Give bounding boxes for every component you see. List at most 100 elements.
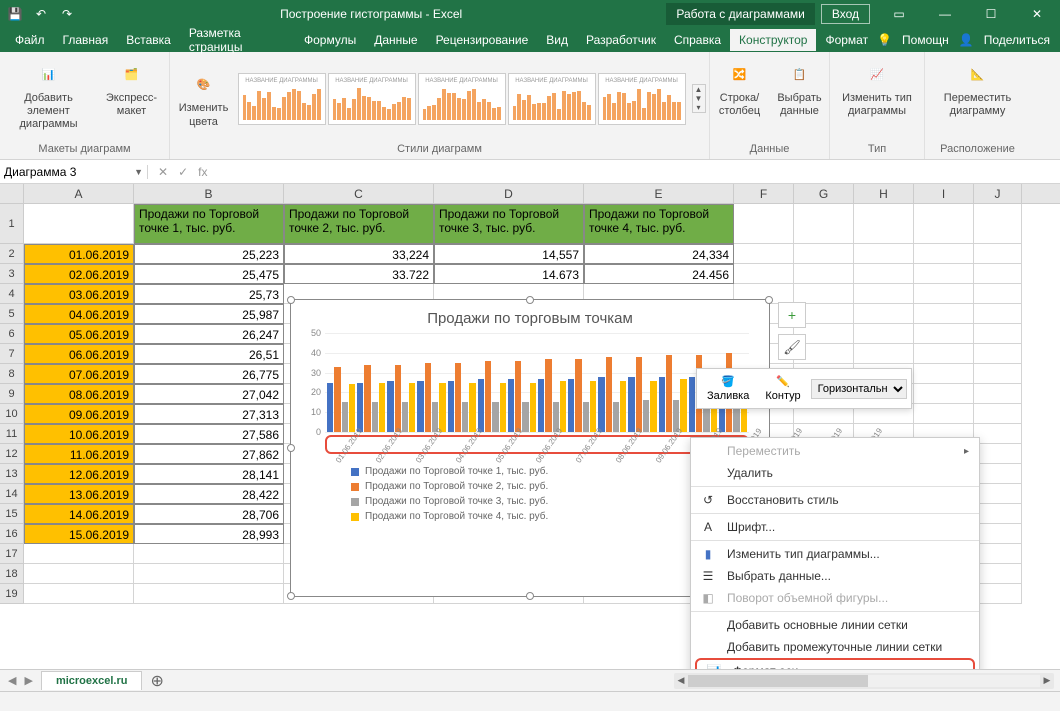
tab-Главная[interactable]: Главная	[54, 29, 118, 51]
cell[interactable]: 25,987	[134, 304, 284, 324]
name-box-input[interactable]	[4, 165, 134, 179]
minimize-icon[interactable]: —	[922, 0, 968, 28]
row-header[interactable]: 16	[0, 524, 24, 544]
sheet-tab-active[interactable]: microexcel.ru	[41, 671, 143, 690]
col-header-D[interactable]: D	[434, 184, 584, 203]
cell[interactable]: 27,042	[134, 384, 284, 404]
change-chart-type-button[interactable]: 📈 Изменить тип диаграммы	[835, 56, 920, 120]
ribbon-options-icon[interactable]: ▭	[876, 0, 922, 28]
row-header[interactable]: 13	[0, 464, 24, 484]
header-cell[interactable]: Продажи по Торговой точке 1, тыс. руб.	[134, 204, 284, 244]
cell[interactable]: 13.06.2019	[24, 484, 134, 504]
cell[interactable]: 14.673	[434, 264, 584, 284]
redo-icon[interactable]: ↷	[58, 5, 76, 23]
cell[interactable]: 28,993	[134, 524, 284, 544]
cell[interactable]: 14,557	[434, 244, 584, 264]
name-box[interactable]: ▼	[0, 165, 148, 179]
col-header-G[interactable]: G	[794, 184, 854, 203]
cell[interactable]: 06.06.2019	[24, 344, 134, 364]
tab-Формулы[interactable]: Формулы	[295, 29, 365, 51]
maximize-icon[interactable]: ☐	[968, 0, 1014, 28]
row-header[interactable]: 11	[0, 424, 24, 444]
cell[interactable]: 26,247	[134, 324, 284, 344]
tab-Данные[interactable]: Данные	[365, 29, 426, 51]
row-header[interactable]: 7	[0, 344, 24, 364]
menu-select-data[interactable]: ☰Выбрать данные...	[691, 565, 979, 587]
chart-styles-button[interactable]: 🖌	[778, 334, 806, 360]
row-header[interactable]: 17	[0, 544, 24, 564]
row-header[interactable]: 12	[0, 444, 24, 464]
menu-move[interactable]: Переместить▸	[691, 440, 979, 462]
col-header-J[interactable]: J	[974, 184, 1022, 203]
chart-style-thumb[interactable]: НАЗВАНИЕ ДИАГРАММЫ	[418, 73, 506, 125]
cell[interactable]: 07.06.2019	[24, 364, 134, 384]
row-header[interactable]: 6	[0, 324, 24, 344]
chart-x-axis[interactable]: 01.06.201902.06.201903.06.201904.06.2019…	[325, 435, 749, 454]
col-header-F[interactable]: F	[734, 184, 794, 203]
horizontal-scrollbar[interactable]: ◀ ▶	[674, 673, 1054, 689]
cell[interactable]: 15.06.2019	[24, 524, 134, 544]
row-header[interactable]: 19	[0, 584, 24, 604]
chart-style-thumb[interactable]: НАЗВАНИЕ ДИАГРАММЫ	[328, 73, 416, 125]
new-sheet-button[interactable]: ⊕	[142, 671, 171, 691]
outline-button[interactable]: ✏️ Контур	[759, 373, 806, 404]
quick-layout-button[interactable]: 🗂️ Экспресс-макет	[98, 56, 166, 120]
row-header[interactable]: 14	[0, 484, 24, 504]
fx-icon[interactable]: fx	[198, 165, 207, 179]
cell[interactable]: 01.06.2019	[24, 244, 134, 264]
chart-plot-area[interactable]: 50403020100	[325, 333, 749, 433]
row-header[interactable]: 3	[0, 264, 24, 284]
close-icon[interactable]: ✕	[1014, 0, 1060, 28]
header-cell[interactable]: Продажи по Торговой точке 3, тыс. руб.	[434, 204, 584, 244]
tab-Формат[interactable]: Формат	[816, 29, 877, 51]
cell[interactable]: 03.06.2019	[24, 284, 134, 304]
tab-Файл[interactable]: Файл	[6, 29, 54, 51]
menu-reset-style[interactable]: ↺Восстановить стиль	[691, 489, 979, 511]
menu-add-major-gridlines[interactable]: Добавить основные линии сетки	[691, 614, 979, 636]
namebox-dropdown-icon[interactable]: ▼	[134, 167, 143, 177]
login-button[interactable]: Вход	[821, 4, 870, 24]
cell[interactable]: 09.06.2019	[24, 404, 134, 424]
cell[interactable]: 05.06.2019	[24, 324, 134, 344]
cell[interactable]: 24.456	[584, 264, 734, 284]
help-label[interactable]: Помощн	[902, 33, 949, 47]
header-cell[interactable]: Продажи по Торговой точке 2, тыс. руб.	[284, 204, 434, 244]
row-header[interactable]: 1	[0, 204, 24, 244]
menu-change-chart-type[interactable]: ▮Изменить тип диаграммы...	[691, 543, 979, 565]
tab-Конструктор[interactable]: Конструктор	[730, 29, 816, 51]
col-header-I[interactable]: I	[914, 184, 974, 203]
cell[interactable]: 27,862	[134, 444, 284, 464]
row-header[interactable]: 4	[0, 284, 24, 304]
tab-Справка[interactable]: Справка	[665, 29, 730, 51]
save-icon[interactable]: 💾	[6, 5, 24, 23]
change-colors-button[interactable]: 🎨 Изменить цвета	[174, 66, 234, 130]
row-header[interactable]: 15	[0, 504, 24, 524]
cell[interactable]: 28,706	[134, 504, 284, 524]
col-header-E[interactable]: E	[584, 184, 734, 203]
cell[interactable]: 27,313	[134, 404, 284, 424]
tab-Вставка[interactable]: Вставка	[117, 29, 180, 51]
cancel-fx-icon[interactable]: ✕	[158, 165, 168, 179]
cell[interactable]: 10.06.2019	[24, 424, 134, 444]
sheet-nav-next-icon[interactable]: ▶	[24, 674, 32, 687]
cell[interactable]: 11.06.2019	[24, 444, 134, 464]
cell[interactable]: 28,141	[134, 464, 284, 484]
undo-icon[interactable]: ↶	[32, 5, 50, 23]
tab-Разработчик[interactable]: Разработчик	[577, 29, 665, 51]
move-chart-button[interactable]: 📐 Переместить диаграмму	[930, 56, 1025, 120]
row-header[interactable]: 8	[0, 364, 24, 384]
cell[interactable]: 33.722	[284, 264, 434, 284]
cell[interactable]: 24,334	[584, 244, 734, 264]
row-header[interactable]: 5	[0, 304, 24, 324]
tab-Рецензирование[interactable]: Рецензирование	[427, 29, 538, 51]
cell[interactable]: 26,775	[134, 364, 284, 384]
header-cell[interactable]: Продажи по Торговой точке 4, тыс. руб.	[584, 204, 734, 244]
chart-style-thumb[interactable]: НАЗВАНИЕ ДИАГРАММЫ	[238, 73, 326, 125]
chart-style-thumb[interactable]: НАЗВАНИЕ ДИАГРАММЫ	[598, 73, 686, 125]
axis-orientation-select[interactable]: Горизонтальн	[811, 379, 907, 399]
cell[interactable]: 25,73	[134, 284, 284, 304]
gallery-more-button[interactable]: ▲▼▾	[692, 84, 706, 113]
row-header[interactable]: 10	[0, 404, 24, 424]
fill-button[interactable]: 🪣 Заливка	[701, 373, 755, 404]
sheet-nav-prev-icon[interactable]: ◀	[8, 674, 16, 687]
